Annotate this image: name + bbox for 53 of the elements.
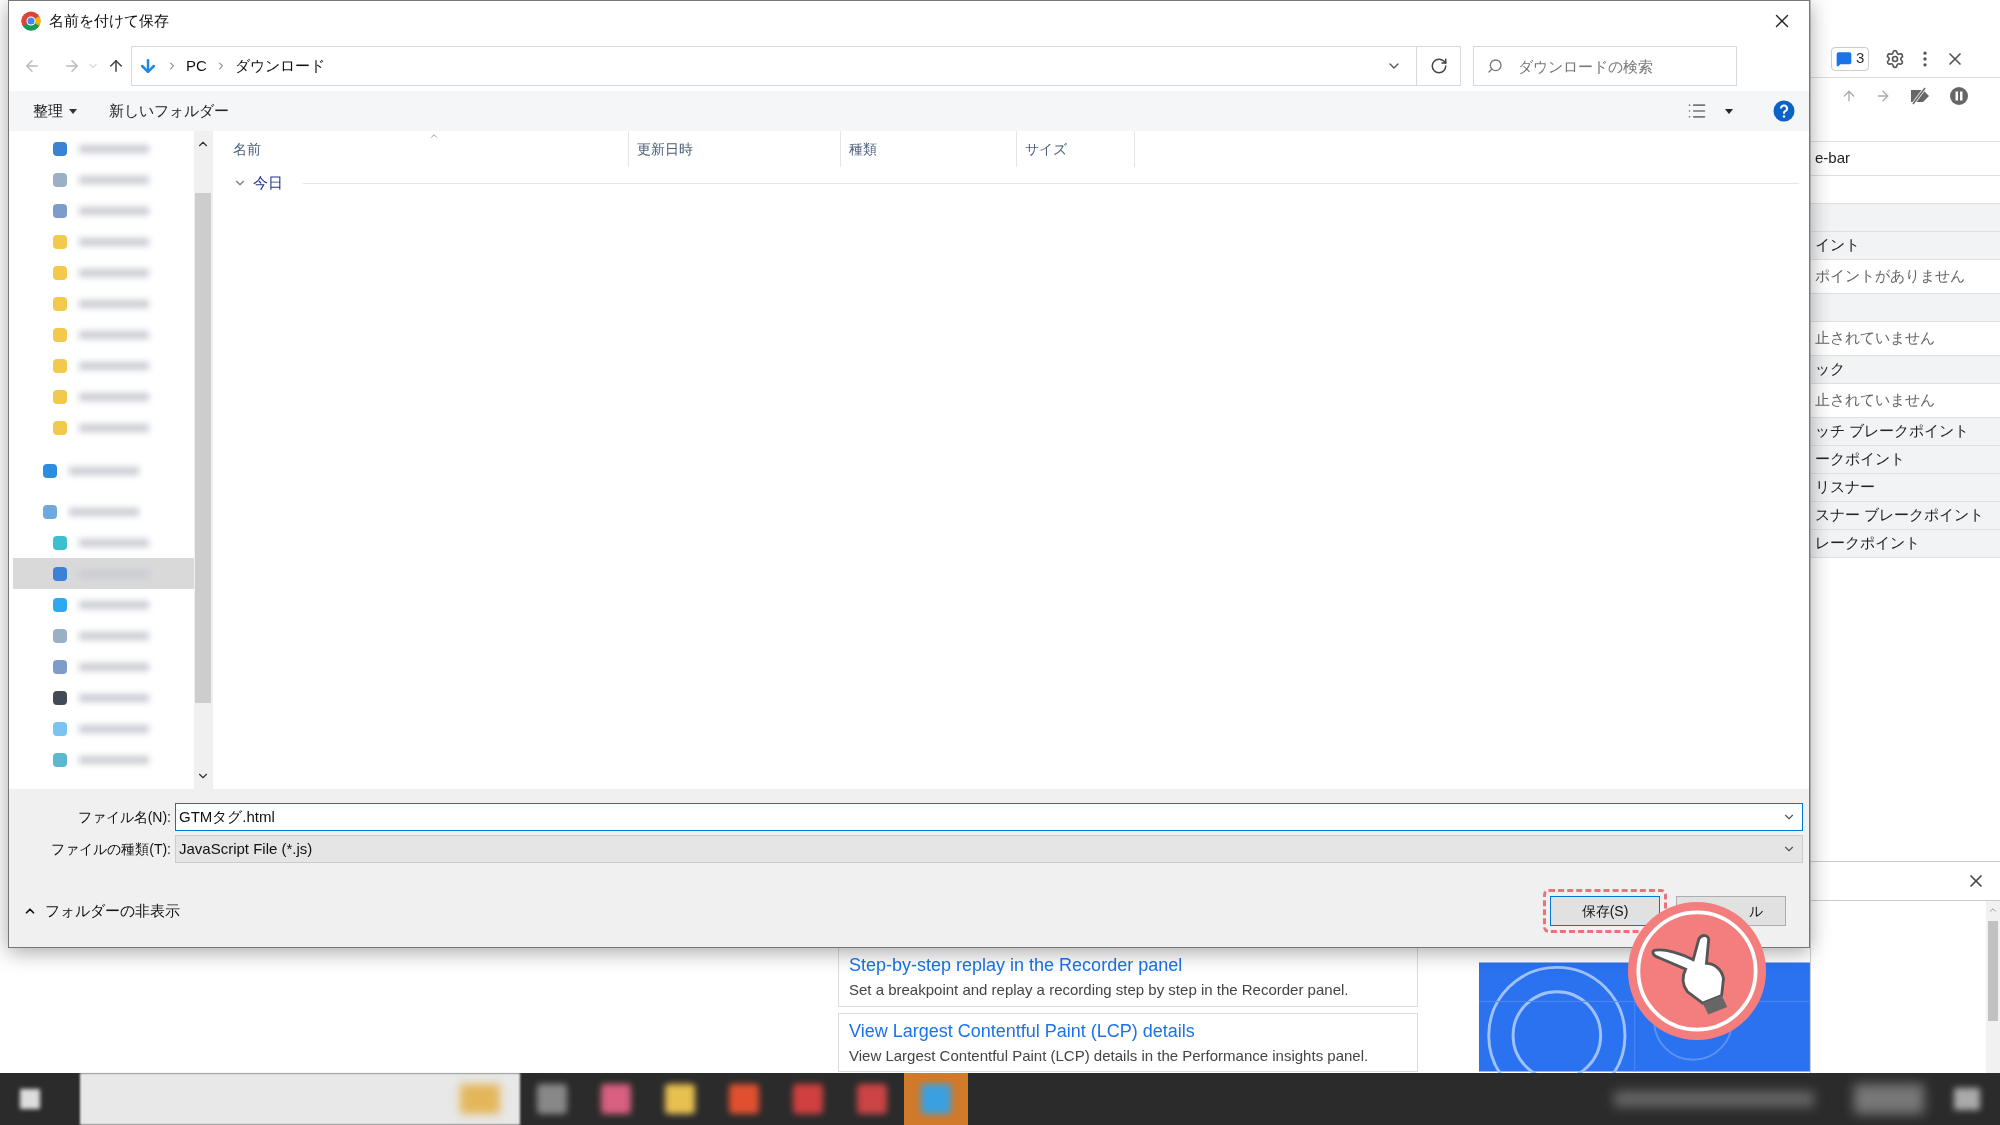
field-label: ファイルの種類(T): [50, 839, 172, 859]
organize-menu[interactable]: 整理 [33, 99, 77, 123]
chrome-logo-icon [21, 11, 41, 31]
filetype-dropdown[interactable]: JavaScript File (*.js) [175, 835, 1803, 863]
new-folder-button[interactable]: 新しいフォルダー [109, 99, 229, 123]
group-toggle[interactable]: 今日 [233, 171, 283, 195]
search-field[interactable]: ダウンロードの検索 [1473, 46, 1737, 86]
tip-description: View Largest Contentful Paint (LCP) details in the Performance insights panel. [849, 1045, 1370, 1066]
step-icon[interactable] [1875, 88, 1891, 104]
section-heading[interactable]: ック [1815, 358, 1845, 381]
forward-icon[interactable] [63, 57, 81, 75]
breadcrumb[interactable]: ダウンロード [234, 54, 325, 78]
tip-link[interactable]: View Largest Contentful Paint (LCP) details [849, 1017, 1408, 1045]
search-icon [1487, 58, 1503, 74]
settings-icon[interactable] [1885, 48, 1906, 69]
breadcrumb[interactable]: PC [186, 54, 207, 78]
column-header[interactable]: 名前 [225, 131, 629, 167]
tray-icons[interactable] [1614, 1091, 1814, 1107]
tip-description: Set a breakpoint and replay a recording step by step in the Recorder panel. [849, 980, 1350, 1000]
address-bar[interactable]: PC ダウンロード [131, 46, 1461, 86]
column-header[interactable]: 更新日時 [629, 131, 841, 167]
step-out-icon[interactable] [1841, 88, 1857, 104]
save-button[interactable]: 保存(S) [1550, 896, 1660, 926]
filename-field[interactable]: GTMタグ.html [175, 803, 1803, 831]
hide-folders-toggle[interactable]: フォルダーの非表示 [23, 899, 180, 923]
panel-text: ポイントがありません [1815, 266, 1965, 287]
download-icon [138, 56, 158, 76]
tip-link[interactable]: Step-by-step replay in the Recorder panel [849, 952, 1408, 979]
deactivate-breakpoints-icon[interactable] [1909, 87, 1931, 105]
panel-text: 止されていません [1815, 390, 1935, 411]
issues-badge[interactable]: 3 [1831, 46, 1870, 71]
clock[interactable] [1854, 1084, 1924, 1114]
start-icon[interactable] [20, 1089, 40, 1109]
section-heading[interactable]: イント [1815, 234, 1860, 257]
caret-icon [69, 108, 77, 114]
taskbar-search-field[interactable] [80, 1073, 520, 1125]
scrollbar-thumb[interactable] [1988, 921, 1998, 1021]
view-options-icon[interactable] [1687, 101, 1707, 121]
refresh-icon[interactable] [1429, 57, 1448, 75]
panel-text: 止されていません [1815, 328, 1935, 349]
help-icon[interactable] [1773, 100, 1795, 122]
pause-icon[interactable] [1949, 86, 1969, 106]
caret-icon[interactable] [1725, 108, 1733, 114]
field-label: ファイル名(N): [76, 807, 172, 827]
panel-text: e-bar [1815, 148, 1851, 169]
column-header[interactable]: サイズ [1017, 131, 1135, 167]
window-title: 名前を付けて保存 [49, 10, 169, 31]
notification-icon[interactable] [1954, 1088, 1980, 1110]
column-header[interactable]: 種類 [841, 131, 1017, 167]
up-icon[interactable] [107, 57, 125, 75]
scrollbar-thumb[interactable] [195, 193, 211, 703]
back-icon[interactable] [23, 57, 41, 75]
message-icon [1836, 50, 1852, 67]
